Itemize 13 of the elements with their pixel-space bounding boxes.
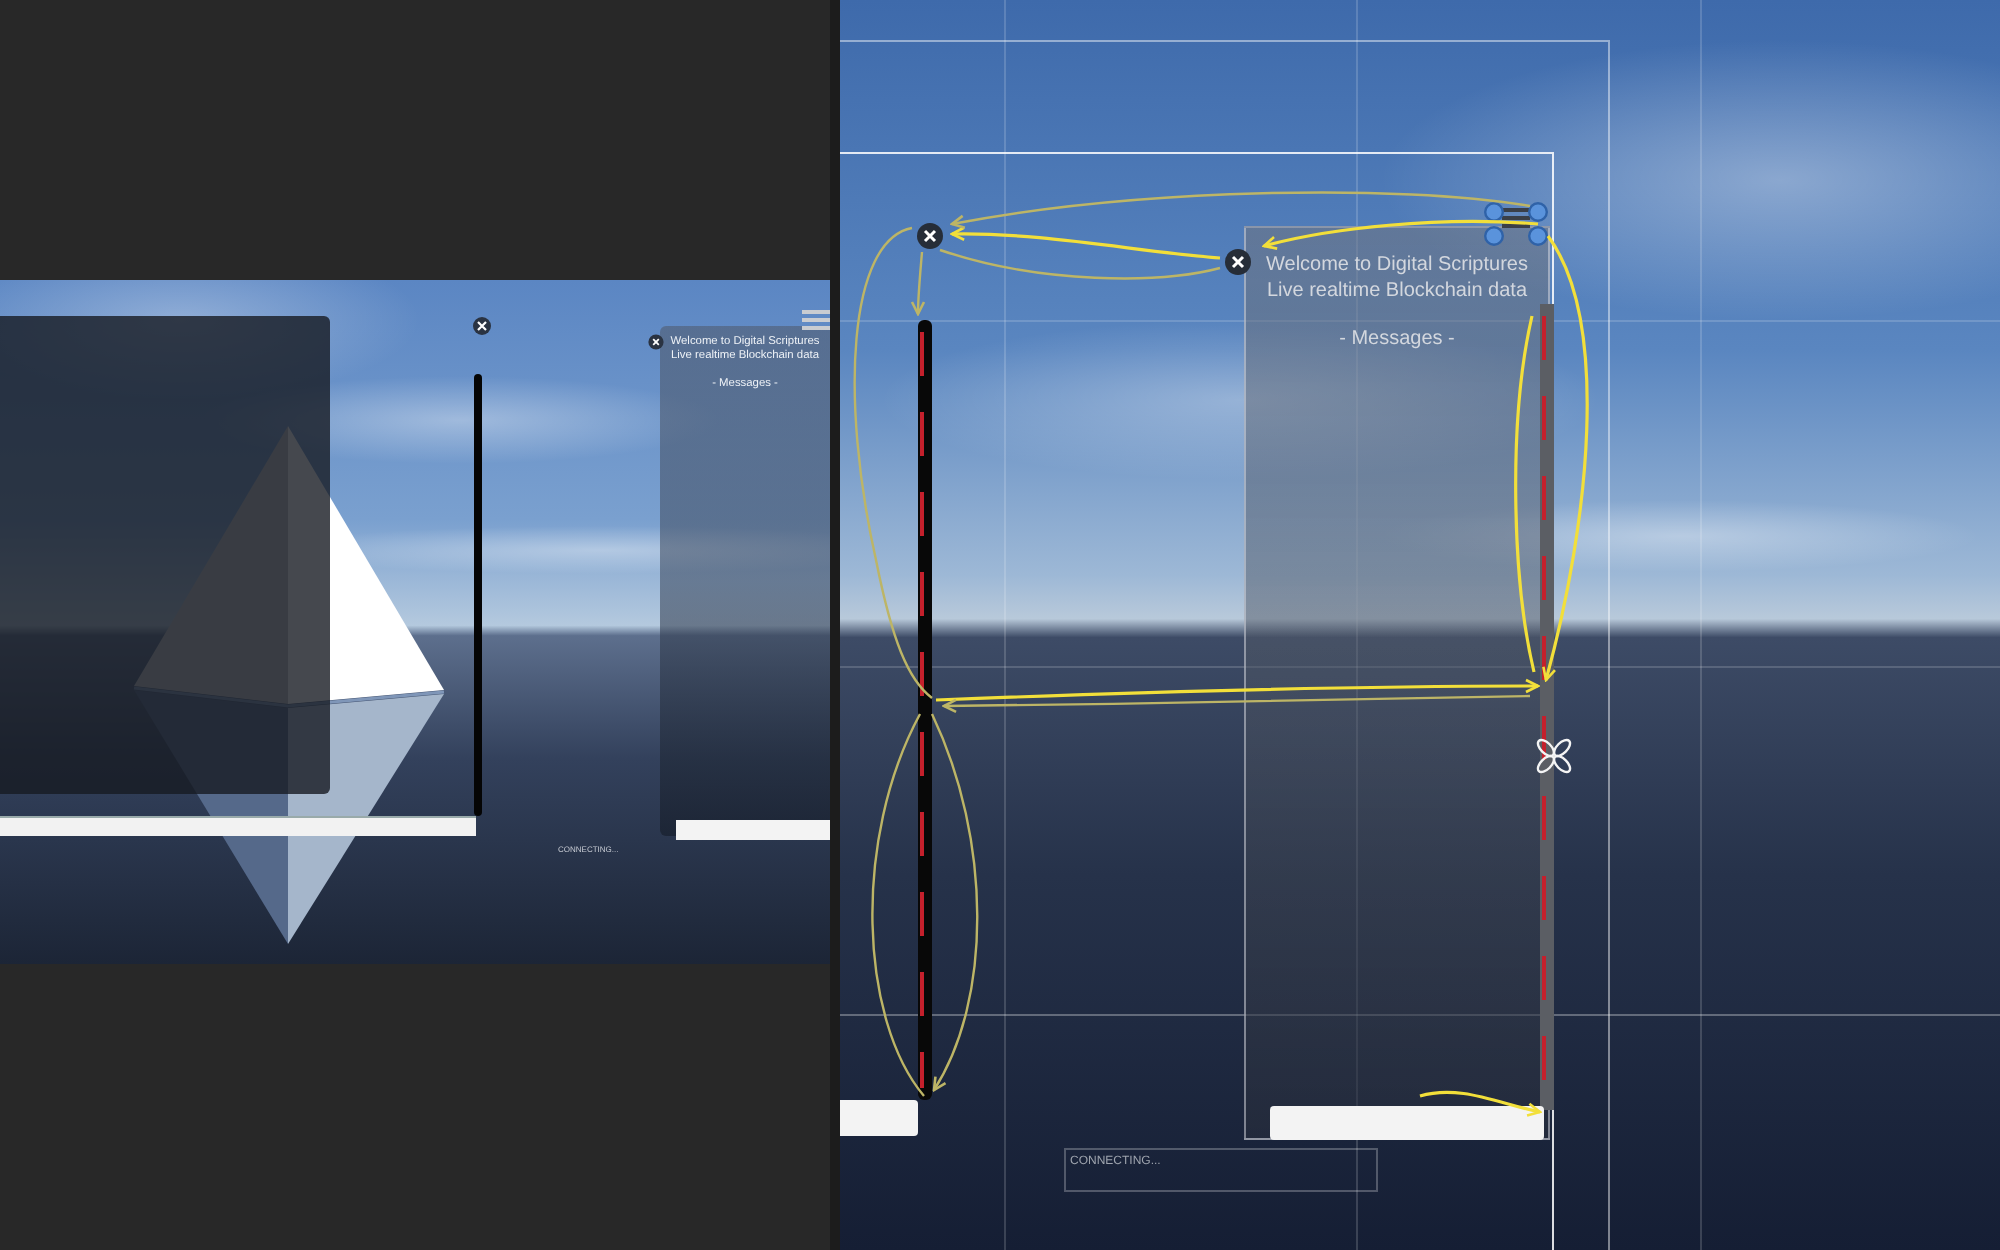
message-input-field[interactable] (676, 820, 830, 840)
scrollbar[interactable] (474, 374, 482, 816)
menu-icon[interactable] (1502, 208, 1530, 228)
close-icon[interactable] (1224, 248, 1252, 276)
close-icon[interactable] (472, 316, 492, 336)
close-icon[interactable] (648, 334, 664, 350)
welcome-text: Welcome to Digital Scriptures (1266, 252, 1528, 278)
navigation-arrow (1419, 1090, 1542, 1117)
input-field[interactable] (0, 816, 476, 836)
messages-heading: - Messages - (1339, 326, 1455, 352)
input-field (840, 1100, 918, 1136)
subtitle-text: Live realtime Blockchain data (1266, 278, 1528, 304)
close-icon[interactable] (916, 222, 944, 250)
